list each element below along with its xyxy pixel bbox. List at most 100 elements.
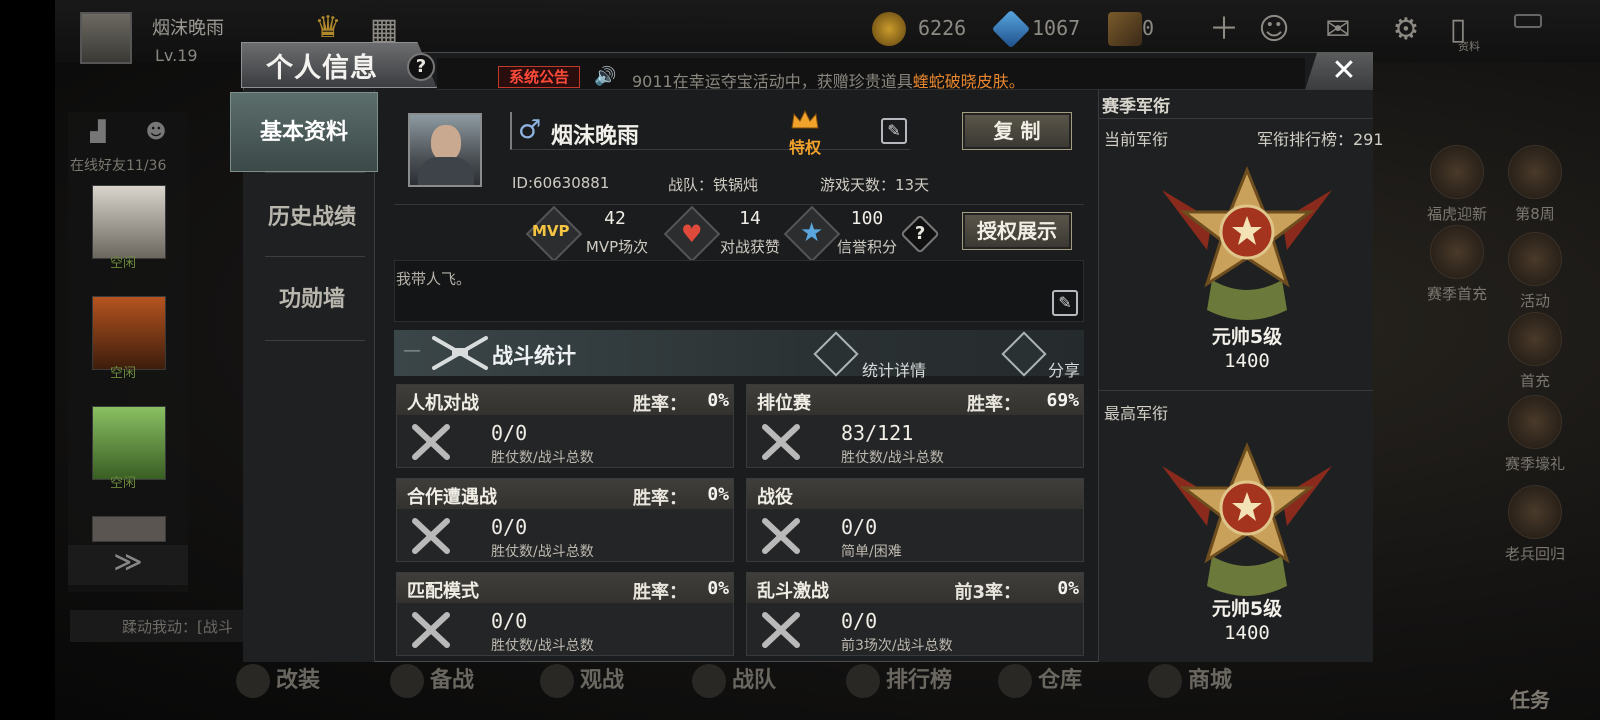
nav-team[interactable]: 战队 <box>692 662 776 698</box>
mvp-icon-text: MVP <box>532 222 570 240</box>
emblem-icon <box>1508 395 1562 449</box>
nav-label: 商城 <box>1188 668 1233 693</box>
card-subtitle: 胜仗数/战斗总数 <box>491 544 594 560</box>
player-level: Lv.19 <box>155 46 198 65</box>
privilege-label[interactable]: 特权 <box>789 134 821 158</box>
menu-season-gift[interactable]: 赛季壕礼 <box>1480 395 1590 474</box>
nav-leaderboard[interactable]: 排行榜 <box>846 662 952 698</box>
friends-tab-rank-icon[interactable]: ▟ <box>68 112 128 150</box>
heart-icon: ♥ <box>681 220 703 248</box>
friend-status: 空闲 <box>110 256 137 271</box>
nav-label: 观战 <box>580 668 625 693</box>
mail-icon[interactable]: ✉ <box>1320 12 1356 48</box>
mvp-label: MVP场次 <box>585 238 649 256</box>
friend-status: 空闲 <box>110 476 137 491</box>
credit-count: 100 <box>850 208 884 229</box>
rank-divider <box>1098 390 1373 391</box>
share-link[interactable]: 分享 <box>1048 357 1080 381</box>
stat-card-brawl[interactable]: 乱斗激战 前3率： 0% 0/0 前3场次/战斗总数 <box>746 572 1084 656</box>
player-name: 烟沫晚雨 <box>551 124 640 149</box>
highest-rank-name: 元帅5级 <box>1211 598 1283 620</box>
friend-avatar[interactable] <box>92 406 166 480</box>
menu-activity[interactable]: 活动 <box>1480 232 1590 311</box>
menu-first-charge[interactable]: 首充 <box>1480 312 1590 391</box>
friends-tab-people-icon[interactable]: ☻ <box>126 112 186 150</box>
stat-card-match[interactable]: 匹配模式 胜率： 0% 0/0 胜仗数/战斗总数 <box>396 572 734 656</box>
book-label: 资料 <box>1458 40 1480 53</box>
star-icon <box>1508 232 1562 286</box>
tab-honor-wall[interactable]: 功勋墙 <box>258 268 366 332</box>
top-player-name: 烟沫晚雨 <box>152 18 224 39</box>
nav-shop[interactable]: 商城 <box>1148 662 1232 698</box>
crown-icon[interactable]: ♛ <box>310 10 346 46</box>
friend-avatar[interactable] <box>92 185 166 259</box>
help-icon[interactable]: ? <box>407 53 435 81</box>
screen-edge <box>0 0 55 720</box>
nav-warehouse[interactable]: 仓库 <box>998 662 1082 698</box>
rifles-icon <box>432 336 488 370</box>
star-icon <box>540 664 574 698</box>
marshal-medal-icon <box>1162 166 1332 320</box>
card-rate-label: 胜率： <box>633 582 687 603</box>
friends-icon[interactable]: ☺ <box>1256 12 1292 48</box>
avatar-head <box>431 125 461 161</box>
nav-spectate[interactable]: 观战 <box>540 662 624 698</box>
card-rate-label: 前3率： <box>954 582 1021 603</box>
player-avatar[interactable] <box>408 113 482 187</box>
card-title: 战役 <box>757 487 793 508</box>
add-icon[interactable]: ＋ <box>1206 12 1242 48</box>
card-title: 人机对战 <box>407 393 479 414</box>
gasmask-icon <box>390 664 424 698</box>
modal-title: 个人信息 <box>266 53 378 84</box>
season-rank-header: 赛季军衔 <box>1102 97 1170 117</box>
card-value: 0/0 <box>491 515 528 539</box>
bottom-nav: 改装 备战 观战 战队 排行榜 仓库 商城 <box>230 662 1290 706</box>
stats-detail-link[interactable]: 统计详情 <box>862 357 926 381</box>
section-divider <box>394 204 1084 205</box>
friend-avatar[interactable] <box>92 296 166 370</box>
friend-avatar[interactable] <box>92 516 166 542</box>
diamond-amount: 1067 <box>1032 16 1081 40</box>
side-tabs <box>243 90 375 662</box>
wrench-icon <box>236 664 270 698</box>
friend-status: 空闲 <box>110 366 137 381</box>
gold-amount: 6226 <box>918 16 967 40</box>
nav-prepare[interactable]: 备战 <box>390 662 474 698</box>
edit-name-icon[interactable]: ✎ <box>881 118 907 144</box>
stat-card-pve[interactable]: 人机对战 胜率： 0% 0/0 胜仗数/战斗总数 <box>396 384 734 468</box>
menu-week[interactable]: 第8周 <box>1480 145 1590 224</box>
marshal-medal-icon <box>1162 442 1332 596</box>
edit-motto-icon[interactable]: ✎ <box>1052 290 1078 316</box>
card-rate-label: 胜率： <box>967 394 1021 415</box>
star-icon <box>1508 145 1562 199</box>
likes-label: 对战获赞 <box>719 238 780 256</box>
menu-veteran-return[interactable]: 老兵回归 <box>1480 485 1590 564</box>
player-avatar-small[interactable] <box>80 12 132 64</box>
battle-stats-title: 战斗统计 <box>492 344 576 368</box>
copy-button[interactable]: 复 制 <box>962 112 1072 150</box>
stat-card-ranked[interactable]: 排位赛 胜率： 69% 83/121 胜仗数/战斗总数 <box>746 384 1084 468</box>
tab-basic-info[interactable]: 基本资料 <box>230 92 378 172</box>
privilege-crown-icon[interactable] <box>790 108 820 132</box>
gear-icon[interactable]: ⚙ <box>1388 12 1424 48</box>
nav-modify[interactable]: 改装 <box>236 662 320 698</box>
gold-coin-icon <box>872 12 906 46</box>
emblem-icon <box>1430 225 1484 279</box>
right-menu-label: 赛季壕礼 <box>1504 455 1565 473</box>
card-rate: 0% <box>707 484 729 505</box>
crossed-swords-icon <box>412 518 450 554</box>
task-button[interactable]: 任务 <box>1510 684 1550 713</box>
right-menu-label: 首充 <box>1519 372 1550 390</box>
event-icon <box>1430 145 1484 199</box>
auth-display-button[interactable]: 授权展示 <box>962 212 1072 250</box>
chat-preview[interactable]: 蹂动我动：[战斗 <box>70 610 250 642</box>
tab-history[interactable]: 历史战绩 <box>258 186 366 250</box>
rank-leaderboard-position[interactable]: 军衔排行榜：291 <box>1257 126 1384 150</box>
notice-message: 9011在幸运夺宝活动中，获赠珍贵道具 <box>632 72 913 91</box>
stat-card-coop[interactable]: 合作遭遇战 胜率： 0% 0/0 胜仗数/战斗总数 <box>396 478 734 562</box>
tab-divider <box>265 172 365 173</box>
stat-card-campaign[interactable]: 战役 0/0 简单/困难 <box>746 478 1084 562</box>
close-icon[interactable]: ✕ <box>1322 52 1366 90</box>
tab-divider <box>265 340 365 341</box>
expand-arrow-icon[interactable]: ≫ <box>68 545 188 585</box>
